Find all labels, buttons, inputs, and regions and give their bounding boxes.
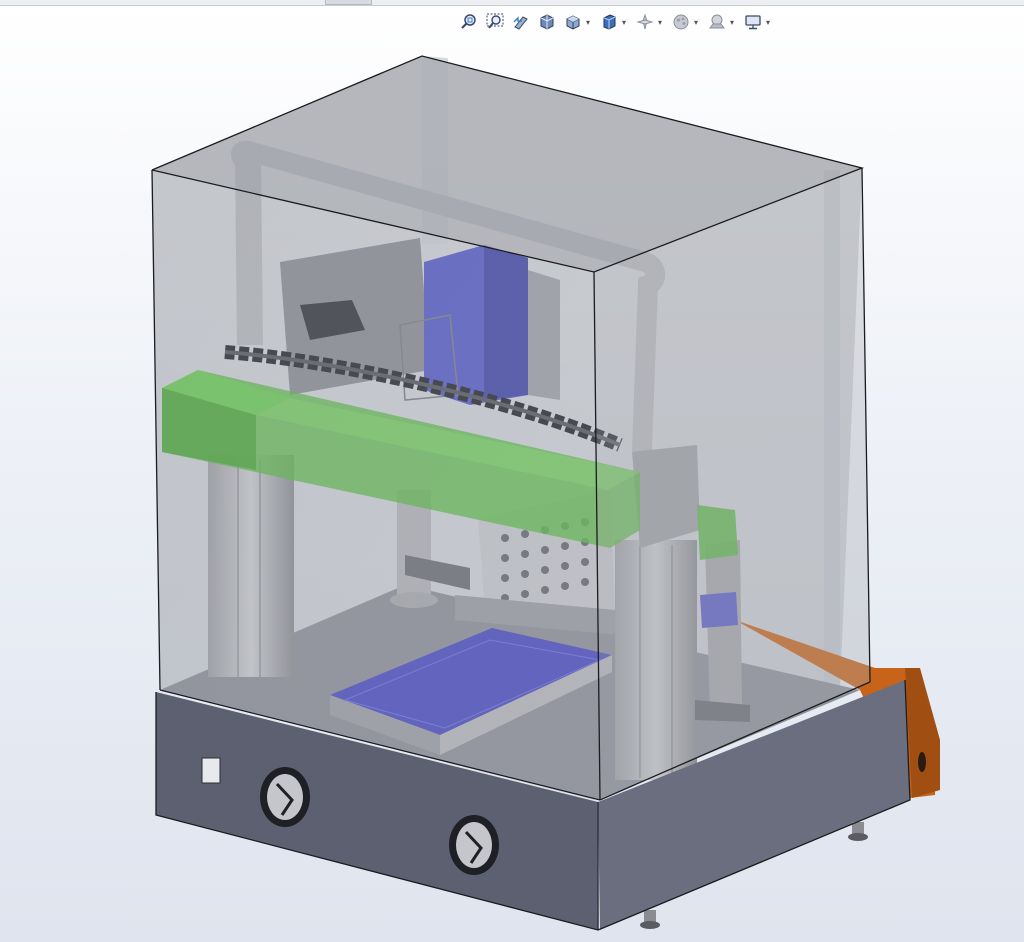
- apply-scene-dropdown[interactable]: ▾: [728, 11, 736, 33]
- zoom-to-area-button[interactable]: [484, 11, 506, 33]
- fan-vent-left: [260, 767, 310, 827]
- edit-appearance-button[interactable]: [670, 11, 692, 33]
- zoom-to-fit-button[interactable]: [458, 11, 480, 33]
- display-style-icon: [603, 14, 616, 30]
- hide-show-items-button[interactable]: [634, 11, 656, 33]
- edit-appearance-dropdown[interactable]: ▾: [692, 11, 700, 33]
- previous-view-button[interactable]: [510, 11, 532, 33]
- top-toolbar-edge: [0, 0, 1024, 6]
- display-style-button[interactable]: [598, 11, 620, 33]
- view-orientation-icon: [566, 15, 580, 30]
- zoom-to-fit-icon: [461, 14, 476, 29]
- heads-up-view-toolbar: ▾ ▾ ▾ ▾ ▾ ▾: [458, 10, 774, 34]
- view-orientation-dropdown[interactable]: ▾: [584, 11, 592, 33]
- monitor-icon: [745, 15, 761, 30]
- view-settings-button[interactable]: [742, 11, 764, 33]
- fan-vent-right: [449, 815, 499, 875]
- section-view-icon: [540, 14, 554, 30]
- view-orientation-button[interactable]: [562, 11, 584, 33]
- previous-view-icon: [513, 16, 528, 30]
- display-style-dropdown[interactable]: ▾: [620, 11, 628, 33]
- 3d-model-viewport[interactable]: [0, 36, 1024, 942]
- view-settings-dropdown[interactable]: ▾: [764, 11, 772, 33]
- apply-scene-icon: [709, 14, 725, 29]
- zoom-to-area-icon: [486, 13, 504, 29]
- enclosure-glass-front: [152, 56, 870, 800]
- section-view-button[interactable]: [536, 11, 558, 33]
- apply-scene-button[interactable]: [706, 11, 728, 33]
- hide-show-items-icon: [636, 13, 654, 30]
- toolbar-tab-stub[interactable]: [325, 0, 372, 5]
- edit-appearance-icon: [673, 14, 689, 30]
- hide-show-items-dropdown[interactable]: ▾: [656, 11, 664, 33]
